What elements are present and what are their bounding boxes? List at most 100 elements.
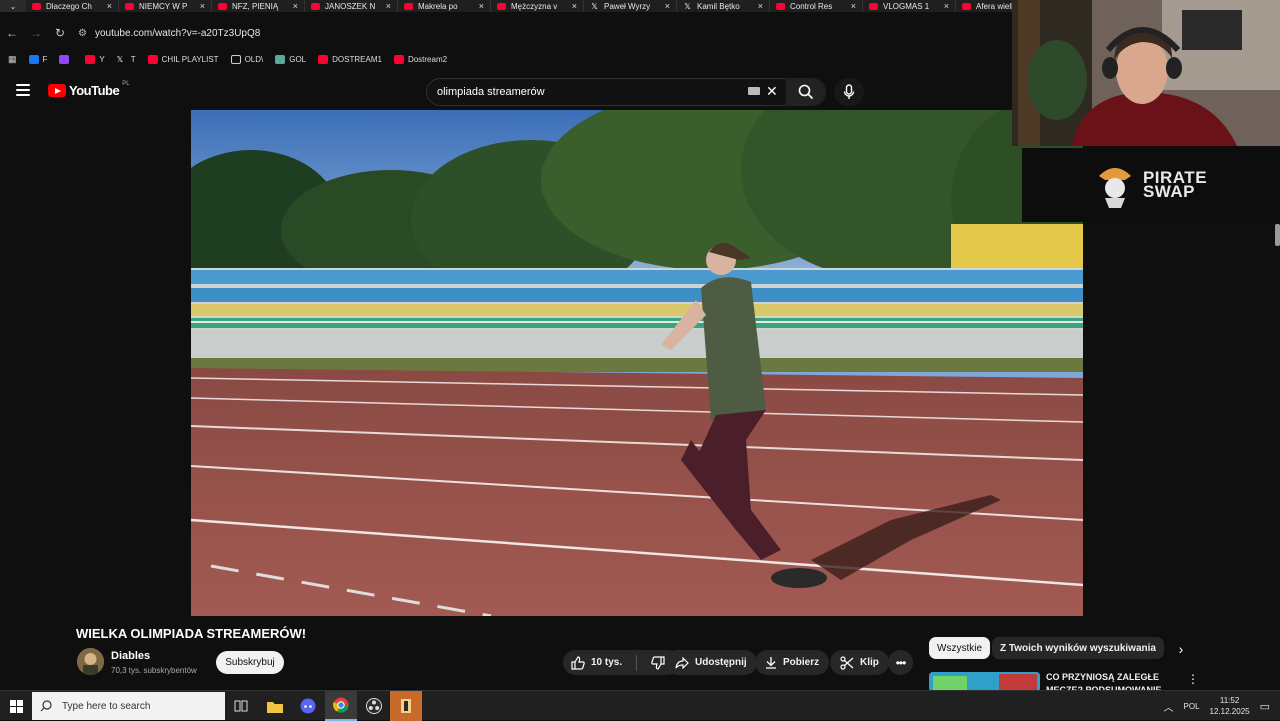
address-row: ← → ↻ ⚙ youtube.com/watch?v=-a20Tz3UpQ8 bbox=[0, 22, 1012, 44]
taskbar-search[interactable]: Type here to search bbox=[32, 692, 225, 720]
notification-icon[interactable]: ▭ bbox=[1260, 700, 1270, 713]
scrollbar-thumb[interactable] bbox=[1275, 224, 1280, 246]
bookmark-item[interactable] bbox=[59, 54, 73, 64]
browser-tab[interactable]: Mężczyzna v × bbox=[491, 0, 584, 12]
bookmark-item[interactable]: OLD\ bbox=[230, 54, 263, 64]
app-icon bbox=[401, 699, 411, 713]
browser-tab[interactable]: 𝕏 Paweł Wyrzy × bbox=[584, 0, 677, 12]
obs-icon bbox=[366, 698, 382, 714]
close-tab-icon[interactable]: × bbox=[572, 1, 577, 11]
chrome-icon bbox=[333, 697, 349, 713]
close-tab-icon[interactable]: × bbox=[386, 1, 391, 11]
discord-button[interactable] bbox=[292, 691, 324, 721]
chrome-button[interactable] bbox=[325, 691, 357, 721]
avatar-image bbox=[77, 648, 104, 675]
close-tab-icon[interactable]: × bbox=[200, 1, 205, 11]
bookmark-item[interactable]: GOL bbox=[275, 54, 307, 64]
bookmark-item[interactable]: CHIL PLAYLIST bbox=[147, 54, 219, 64]
search-input[interactable]: olimpiada streamerów bbox=[426, 78, 788, 106]
windows-taskbar: Type here to search ︿ POL 11:52 12.12.20… bbox=[0, 690, 1280, 721]
chip-all[interactable]: Wszystkie bbox=[929, 637, 990, 659]
microphone-icon bbox=[843, 84, 855, 99]
youtube-icon bbox=[218, 2, 227, 10]
channel-name[interactable]: Diables bbox=[111, 650, 150, 662]
browser-tab[interactable]: VLOGMAS 1 × bbox=[863, 0, 956, 12]
address-bar[interactable]: ⚙ youtube.com/watch?v=-a20Tz3UpQ8 bbox=[78, 28, 260, 39]
tab-title: Makrela po bbox=[418, 1, 458, 11]
back-button[interactable]: ← bbox=[0, 22, 24, 44]
thumbnail-image bbox=[929, 672, 1040, 692]
share-button[interactable]: Udostępnij bbox=[665, 650, 757, 675]
browser-tab[interactable]: NFZ, PIENIĄ × bbox=[212, 0, 305, 12]
site-info-icon[interactable]: ⚙ bbox=[78, 28, 87, 39]
more-actions-button[interactable]: ••• bbox=[888, 650, 913, 675]
scissors-icon bbox=[840, 655, 854, 670]
close-tab-icon[interactable]: × bbox=[107, 1, 112, 11]
browser-tab[interactable]: NIEMCY W P × bbox=[119, 0, 212, 12]
clip-label: Klip bbox=[860, 657, 879, 668]
bookmark-item[interactable]: Y bbox=[85, 54, 105, 64]
kebab-menu-icon[interactable]: ⋮ bbox=[1187, 672, 1199, 686]
bookmark-item[interactable]: 𝕏T bbox=[117, 55, 136, 64]
recommendation-thumbnail[interactable] bbox=[929, 672, 1040, 692]
close-tab-icon[interactable]: × bbox=[944, 1, 949, 11]
bookmark-item[interactable]: F bbox=[28, 54, 47, 64]
apps-grid-icon[interactable]: ▦ bbox=[8, 54, 17, 65]
system-tray: ︿ POL 11:52 12.12.2025 ▭ bbox=[1164, 691, 1280, 721]
like-button[interactable]: 10 tys. bbox=[563, 650, 630, 675]
file-explorer-button[interactable] bbox=[259, 691, 291, 721]
clip-button[interactable]: Klip bbox=[830, 650, 889, 675]
clock[interactable]: 11:52 12.12.2025 bbox=[1210, 695, 1250, 717]
close-tab-icon[interactable]: × bbox=[851, 1, 856, 11]
language-indicator[interactable]: POL bbox=[1184, 702, 1200, 711]
search-button[interactable] bbox=[786, 78, 826, 106]
chevron-right-icon[interactable]: › bbox=[1170, 640, 1192, 658]
webcam-frame bbox=[1012, 0, 1280, 146]
gol-icon bbox=[275, 54, 286, 64]
app-button[interactable] bbox=[390, 691, 422, 721]
video-player[interactable] bbox=[191, 110, 1083, 616]
browser-tab[interactable]: Dlaczego Ch × bbox=[26, 0, 119, 12]
url-text: youtube.com/watch?v=-a20Tz3UpQ8 bbox=[94, 27, 261, 39]
youtube-header: YouTube PL olimpiada streamerów ✕ bbox=[0, 74, 1012, 110]
keyboard-icon[interactable] bbox=[748, 87, 760, 95]
obs-button[interactable] bbox=[358, 691, 390, 721]
windows-icon bbox=[9, 699, 23, 713]
menu-icon[interactable] bbox=[16, 84, 30, 96]
tab-title: Control Res bbox=[790, 1, 833, 11]
close-tab-icon[interactable]: × bbox=[479, 1, 484, 11]
youtube-logo[interactable]: YouTube PL bbox=[48, 81, 130, 98]
close-tab-icon[interactable]: × bbox=[665, 1, 670, 11]
x-icon: 𝕏 bbox=[684, 1, 691, 11]
channel-avatar[interactable] bbox=[77, 648, 104, 675]
chip-from-search[interactable]: Z Twoich wyników wyszukiwania bbox=[992, 637, 1164, 659]
voice-search-button[interactable] bbox=[834, 78, 864, 106]
youtube-icon bbox=[404, 2, 413, 10]
folder-icon bbox=[267, 701, 283, 713]
facebook-icon bbox=[28, 54, 39, 64]
download-icon bbox=[766, 657, 776, 669]
reload-button[interactable]: ↻ bbox=[48, 22, 72, 44]
clear-search-icon[interactable]: ✕ bbox=[766, 84, 778, 98]
tab-title: Kamil Bętko bbox=[697, 1, 740, 11]
tab-title: Paweł Wyrzy bbox=[604, 1, 651, 11]
bookmark-item[interactable]: DOSTREAM1 bbox=[318, 54, 382, 64]
subscribe-button[interactable]: Subskrybuj bbox=[216, 651, 284, 674]
download-button[interactable]: Pobierz bbox=[755, 650, 830, 675]
browser-tab[interactable]: 𝕏 Kamil Bętko × bbox=[677, 0, 770, 12]
forward-button[interactable]: → bbox=[24, 22, 48, 44]
close-tab-icon[interactable]: × bbox=[293, 1, 298, 11]
browser-tab[interactable]: Makrela po × bbox=[398, 0, 491, 12]
x-icon: 𝕏 bbox=[591, 1, 598, 11]
tab-search-button[interactable]: ⌄ bbox=[0, 0, 26, 12]
start-button[interactable] bbox=[0, 691, 32, 721]
bookmark-label: GOL bbox=[289, 54, 307, 64]
sponsor-wordmark: PIRATE SWAP bbox=[1143, 169, 1207, 200]
bookmark-item[interactable]: Dostream2 bbox=[393, 54, 447, 64]
task-view-button[interactable] bbox=[225, 691, 257, 721]
chevron-up-icon[interactable]: ︿ bbox=[1164, 699, 1174, 714]
browser-tab[interactable]: Control Res × bbox=[770, 0, 863, 12]
close-tab-icon[interactable]: × bbox=[758, 1, 763, 11]
browser-tab[interactable]: JANOSZEK N × bbox=[305, 0, 398, 12]
youtube-icon bbox=[869, 2, 878, 10]
